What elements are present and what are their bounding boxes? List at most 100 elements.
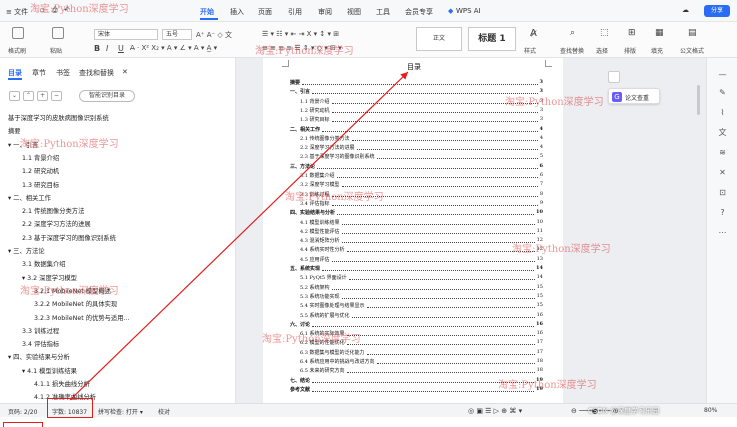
style-pane-icon[interactable]: A̷ [530,28,537,39]
tab-insert[interactable]: 插入 [230,7,244,17]
brush-icon[interactable]: ⌇ [718,108,727,117]
toc-entry[interactable]: 6.4 系统应用中的挑战与改进方向 18 [300,358,543,365]
add-icon[interactable]: + [37,91,48,101]
select-icon[interactable]: ⬚ [600,28,609,38]
smart-toc-button[interactable]: 智能识别目录 [79,90,135,102]
toc-entry[interactable]: 四、实验结果与分析 10 [290,209,543,216]
more-icon[interactable]: ⋯ [718,228,727,237]
toc-entry[interactable]: 4.4 系统实时性分析 12 [300,246,543,253]
toc-entry[interactable]: 5.2 系统架构 15 [300,284,543,291]
view-icons[interactable]: ◎ ▣ ☰ ▷ ⊕ ⌘ ▾ [468,407,522,415]
toc-entry[interactable]: 5.5 系统的扩展与优化 16 [300,312,543,319]
tab-review[interactable]: 审阅 [318,7,332,17]
toc-entry[interactable]: 5.3 系统功能实现 15 [300,293,543,300]
zoom-level[interactable]: 80% [704,407,717,414]
file-menu[interactable]: ≡ 文件 [6,7,28,17]
toc-entry[interactable]: 2.1 传统图像分类方法 4 [300,135,543,142]
tab-find-replace[interactable]: 查找和替换 [79,68,114,78]
filter-icon[interactable]: ≋ [718,148,727,157]
toc-tree-item[interactable]: 4.1.1 损失曲线分析 [34,379,90,388]
toc-entry[interactable]: 五、系统实现 14 [290,265,543,272]
toc-tree-item[interactable]: 2.1 传统图像分类方法 [22,206,84,215]
paper-check-button[interactable]: G 论文查重 [608,88,660,104]
toc-tree-item[interactable]: 3.4 评估指标 [22,339,59,348]
remove-icon[interactable]: − [51,91,62,101]
toc-tree-item[interactable]: 1.3 研究目标 [22,180,59,189]
toc-tree-item[interactable]: ▾ 三、方法论 [8,246,45,255]
toc-entry[interactable]: 4.2 模型性能评估 11 [300,228,543,235]
toc-entry[interactable]: 二、相关工作 4 [290,126,543,133]
toc-tree-item[interactable]: 3.2.3 MobileNet 的优势与适用... [34,313,130,322]
tab-wps-ai[interactable]: WPS AI [456,7,481,15]
proof-button[interactable]: 校对 [158,407,170,416]
layout-label[interactable]: 排版 [624,46,636,55]
format-painter-icon[interactable] [12,27,24,39]
toc-tree-item[interactable]: 摘要 [8,126,21,135]
cloud-icon[interactable]: ☁ [682,6,689,14]
translate-icon[interactable]: 文 [718,128,727,137]
toc-entry[interactable]: 5.4 实时图像处理与结果显示 15 [300,302,543,309]
help-icon[interactable]: ? [718,208,727,217]
toc-entry[interactable]: 2.2 深度学习方法的进展 4 [300,144,543,151]
tab-toc[interactable]: 目录 [8,68,22,78]
collapse-icon[interactable]: ⌄ [9,91,20,101]
toc-entry[interactable]: 1.3 研究目标 3 [300,116,543,123]
toc-entry[interactable]: 4.1 模型训练结果 10 [300,219,543,226]
tab-chapter[interactable]: 章节 [32,68,46,78]
style-heading1[interactable]: 标题 1 [468,27,516,51]
tools-icon[interactable]: ✕ [718,168,727,177]
toc-tree-item[interactable]: 基于深度学习的皮肤病图像识别系统 [8,113,109,122]
toc-tree-item[interactable]: ▾ 4.1 模型训练结果 [22,366,77,375]
toc-tree-item[interactable]: 1.2 研究动机 [22,166,59,175]
share-button[interactable]: 分享 [704,5,730,17]
vertical-scrollbar[interactable] [697,85,700,115]
tab-reference[interactable]: 引用 [288,7,302,17]
tab-bookmark[interactable]: 书签 [56,68,70,78]
format-tools-icon[interactable]: A̶ · X² X₂ ▾ A ▾ ∠ ▾ A ▾ A̲ ▾ [130,44,217,52]
toc-entry[interactable]: 六、讨论 16 [290,321,543,328]
toc-entry[interactable]: 摘要 3 [290,79,543,86]
grow-font-icon[interactable]: A⁺ A⁻ ◇ 文 [196,30,232,40]
tab-member[interactable]: 会员专享 [405,7,433,17]
toc-entry[interactable]: 3.1 数据集介绍 6 [300,172,543,179]
toc-entry[interactable]: 6.3 数据集与模型的泛化能力 17 [300,349,543,356]
toc-tree-item[interactable]: 3.2.2 MobileNet 的具体实现 [34,299,117,308]
search-icon[interactable]: ⌕ [570,28,575,38]
toc-entry[interactable]: 6.5 未来的研究方向 18 [300,367,543,374]
toc-tree-item[interactable]: 3.3 训练过程 [22,326,59,335]
close-icon[interactable]: ✕ [122,68,128,76]
toc-tree-item[interactable]: 1.1 背景介绍 [22,153,59,162]
tab-page[interactable]: 页面 [258,7,272,17]
toc-tree-item[interactable]: 2.3 基于深度学习的图像识别系统 [22,233,116,242]
fill-icon[interactable]: ▦ [655,28,664,38]
font-size-select[interactable]: 五号 [162,29,192,40]
layout-icon[interactable]: ⊞ [628,28,636,38]
font-name-select[interactable]: 宋体 [94,29,158,40]
pen-icon[interactable]: ✎ [718,88,727,97]
paste-icon[interactable] [52,27,64,39]
doc-format-label[interactable]: 公文格式 [680,46,704,55]
fill-label[interactable]: 填充 [651,46,663,55]
tab-home[interactable]: 开始 [200,7,214,17]
underline-icon[interactable]: U [118,44,124,53]
toc-tree-item[interactable]: 3.1 数据集介绍 [22,259,66,268]
spell-check[interactable]: 拼写检查: 打开 ▾ [98,407,143,416]
list-icons[interactable]: ☰ ▾ ☷ ▾ ⇤ ⇥ Ⅹ ▾ ↕ ▾ ⊞ [262,30,339,38]
toc-entry[interactable]: 4.5 应用评估 13 [300,256,543,263]
toc-tree-item[interactable]: ▾ 四、实验结果与分析 [8,352,70,361]
expand-icon[interactable]: ⌃ [23,91,34,101]
style-normal[interactable]: 正文 [416,27,462,51]
gift-icon[interactable]: ⊡ [718,188,727,197]
tab-tools[interactable]: 工具 [376,7,390,17]
toc-tree-item[interactable]: ▾ 3.2 深度学习模型 [22,273,77,282]
toc-entry[interactable]: 5.1 PyQt5 界面设计 14 [300,274,543,281]
toc-tree-item[interactable]: ▾ 二、相关工作 [8,193,51,202]
toc-entry[interactable]: 2.3 基于深度学习的图像识别系统 5 [300,153,543,160]
italic-icon[interactable]: I [106,44,108,53]
bold-icon[interactable]: B [94,44,100,53]
toc-tree-item[interactable]: 2.2 深度学习方法的进展 [22,219,91,228]
toc-entry[interactable]: 三、方法论 6 [290,163,543,170]
find-replace-label[interactable]: 查找替换 [560,46,584,55]
toc-entry[interactable]: 4.3 混淆矩阵分析 12 [300,237,543,244]
home-float-icon[interactable] [608,71,620,83]
